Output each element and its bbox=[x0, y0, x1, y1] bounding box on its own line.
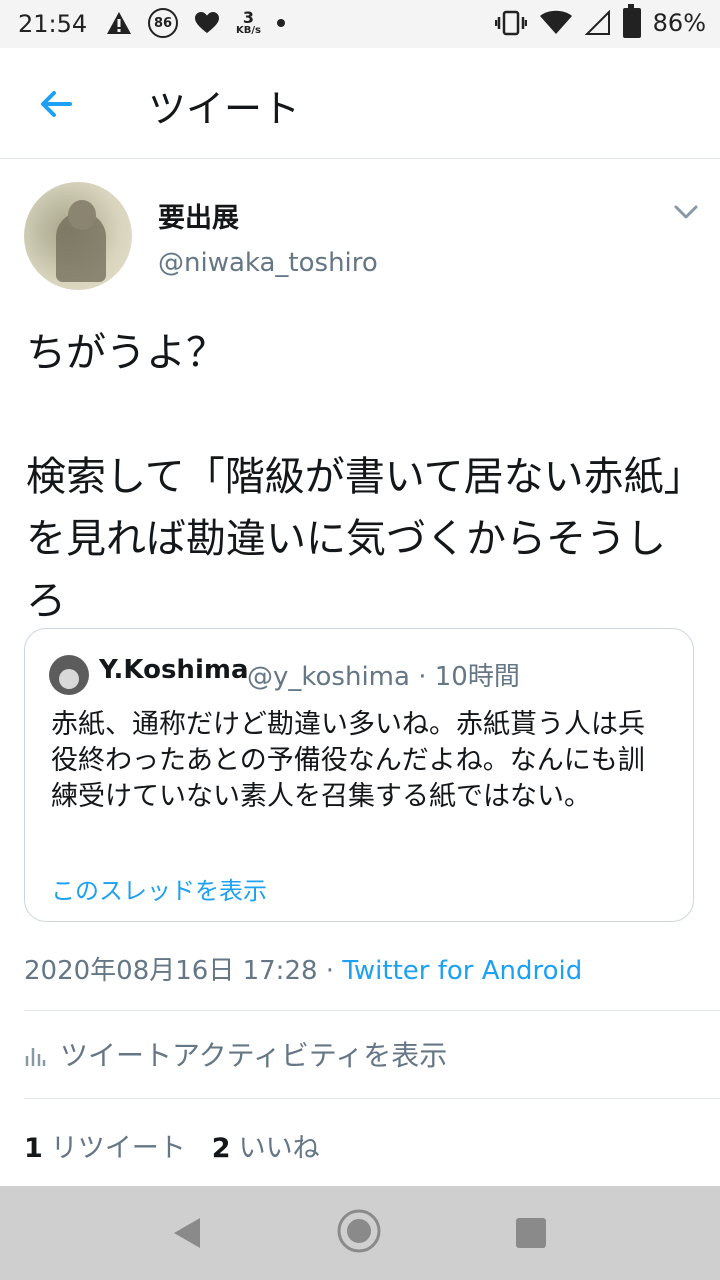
quoted-author-meta: @y_koshima · 10時間 bbox=[247, 662, 520, 692]
battery-icon bbox=[622, 4, 641, 38]
nav-home-icon[interactable] bbox=[336, 1208, 382, 1254]
network-speed: 3 KB/s bbox=[236, 8, 261, 36]
quoted-author-avatar bbox=[49, 655, 89, 695]
tweet-timestamp: 2020年08月16日 17:28 bbox=[24, 956, 318, 986]
meta-separator: · bbox=[317, 956, 343, 986]
vibrate-icon bbox=[494, 10, 527, 36]
tweet-activity-button[interactable]: ツイートアクティビティを表示 bbox=[24, 1036, 447, 1072]
nav-back-icon[interactable] bbox=[172, 1216, 202, 1250]
notification-count-badge: 86 bbox=[148, 8, 178, 38]
heart-icon bbox=[195, 12, 219, 33]
system-navigation-bar bbox=[0, 1186, 720, 1280]
tweet-source-link[interactable]: Twitter for Android bbox=[342, 956, 582, 986]
show-thread-link[interactable]: このスレッドを表示 bbox=[51, 871, 267, 906]
tweet-text: ちがうよ？ 検索して「階級が書いて居ない赤紙」を見れば勘違いに気づくからそうしろ bbox=[26, 330, 684, 624]
quoted-author-handle: @y_koshima bbox=[247, 662, 410, 692]
divider bbox=[24, 1098, 720, 1099]
chevron-down-icon[interactable] bbox=[672, 202, 700, 222]
status-time: 21:54 bbox=[18, 10, 88, 38]
author-avatar[interactable] bbox=[24, 182, 132, 290]
tweet-activity-label: ツイートアクティビティを表示 bbox=[60, 1039, 448, 1072]
status-icons-right: 86% bbox=[494, 4, 706, 38]
quoted-author-name: Y.Koshima bbox=[99, 655, 249, 685]
divider bbox=[24, 1010, 720, 1011]
like-count: 2 bbox=[211, 1133, 231, 1164]
warning-icon bbox=[107, 12, 131, 34]
retweet-count-link[interactable]: 1 リツイート bbox=[24, 1126, 186, 1165]
top-app-bar: ツイート bbox=[0, 48, 720, 159]
analytics-bar-icon bbox=[25, 1048, 46, 1066]
quoted-tweet-text: 赤紙、通称だけど勘違い多いね。赤紙貰う人は兵役終わったあとの予備役なんだよね。な… bbox=[51, 709, 645, 812]
page-title: ツイート bbox=[148, 87, 301, 131]
like-count-link[interactable]: 2 いいね bbox=[212, 1126, 320, 1165]
cell-signal-icon bbox=[584, 10, 610, 35]
battery-percent: 86% bbox=[652, 9, 706, 37]
retweet-label: リツイート bbox=[50, 1133, 186, 1164]
status-bar: 21:54 86 3 KB/s 86% bbox=[0, 0, 720, 48]
quoted-tweet-card[interactable]: Y.Koshima @y_koshima · 10時間 赤紙、通称だけど勘違い多… bbox=[24, 628, 694, 922]
like-label: いいね bbox=[238, 1133, 320, 1164]
retweet-count: 1 bbox=[24, 1133, 43, 1164]
wifi-icon bbox=[539, 10, 572, 34]
quoted-time: 10時間 bbox=[434, 662, 520, 692]
notification-dot-icon bbox=[276, 19, 285, 27]
author-handle[interactable]: @niwaka_toshiro bbox=[158, 248, 378, 278]
author-display-name[interactable]: 要出展 bbox=[158, 196, 239, 235]
status-icons-left: 86 3 KB/s bbox=[106, 8, 285, 38]
engagement-stats: 1 リツイート 2 いいね bbox=[24, 1126, 320, 1165]
tweet-timestamp-line: 2020年08月16日 17:28 · Twitter for Android bbox=[24, 950, 582, 987]
nav-recents-icon[interactable] bbox=[516, 1218, 546, 1248]
back-arrow-icon[interactable] bbox=[36, 84, 76, 124]
